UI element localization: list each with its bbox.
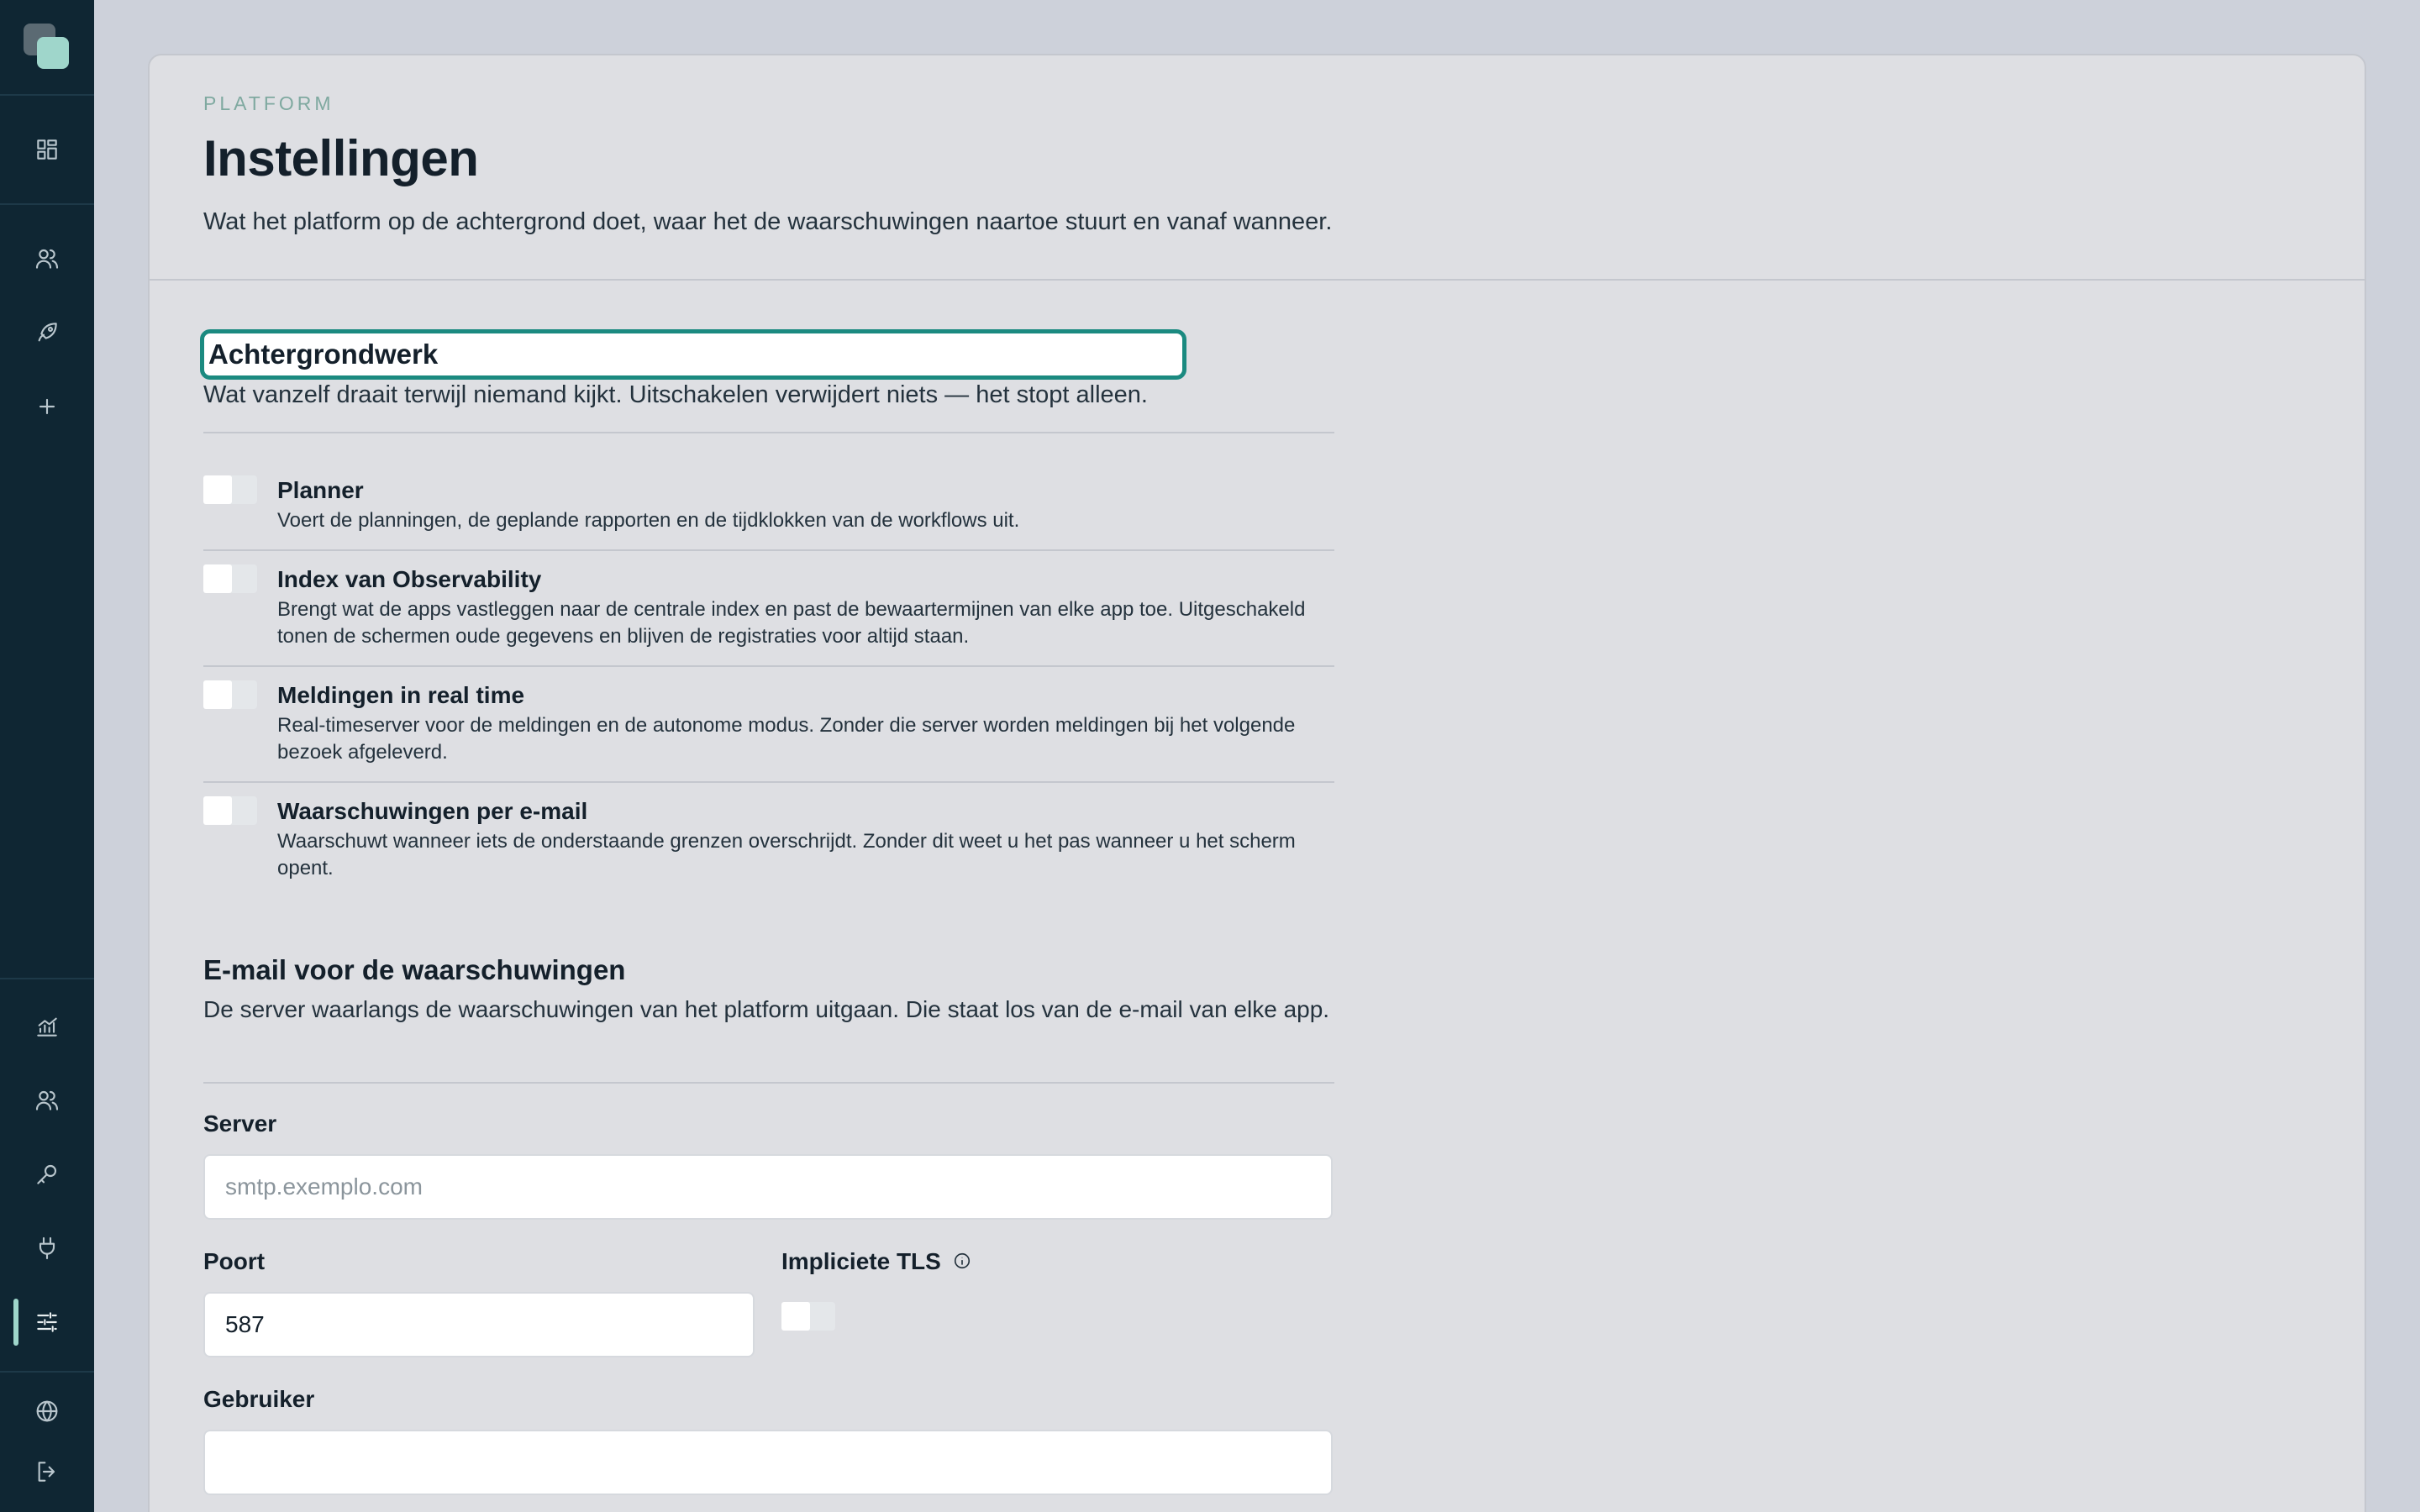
sidebar-divider — [0, 1371, 94, 1373]
server-label: Server — [203, 1110, 277, 1137]
toggle-realtime-notifications[interactable] — [203, 680, 257, 709]
toggle-planner[interactable] — [203, 475, 257, 504]
item-title-planner: Planner — [277, 477, 364, 503]
page-eyebrow: PLATFORM — [203, 92, 334, 114]
toggle-observability-index[interactable] — [203, 564, 257, 593]
section-divider — [203, 432, 1334, 433]
users-icon[interactable] — [27, 239, 67, 279]
port-label: Poort — [203, 1248, 266, 1274]
logout-icon[interactable] — [27, 1452, 67, 1492]
team-icon[interactable] — [27, 1080, 67, 1121]
item-desc-planner: Voert de planningen, de geplande rapport… — [277, 509, 1020, 532]
section-divider — [203, 1082, 1334, 1084]
sidebar-divider — [0, 94, 94, 96]
sidebar — [0, 0, 94, 1512]
section-title-background[interactable]: Achtergrondwerk — [200, 329, 1186, 380]
globe-icon[interactable] — [27, 1391, 67, 1431]
sidebar-divider — [0, 978, 94, 979]
section-subtitle-email: De server waarlangs de waarschuwingen va… — [203, 996, 1330, 1022]
header-divider — [150, 279, 2365, 281]
item-title-observability-index: Index van Observability — [277, 566, 542, 592]
item-divider — [203, 665, 1334, 667]
item-desc-realtime-notifications: Real-timeserver voor de meldingen en de … — [277, 714, 1296, 764]
plug-icon[interactable] — [27, 1228, 67, 1268]
implicit-tls-label: Impliciete TLS — [781, 1248, 941, 1274]
app-logo[interactable] — [24, 24, 71, 71]
page-title: Instellingen — [203, 130, 479, 186]
toggle-implicit-tls[interactable] — [781, 1302, 835, 1331]
item-divider — [203, 549, 1334, 551]
page-subtitle: Wat het platform op de achtergrond doet,… — [203, 208, 1333, 235]
user-label: Gebruiker — [203, 1386, 315, 1412]
section-title-email: E-mail voor de waarschuwingen — [203, 954, 626, 985]
active-indicator — [13, 1299, 18, 1346]
rocket-icon[interactable] — [27, 312, 67, 353]
key-icon[interactable] — [27, 1154, 67, 1194]
info-icon[interactable] — [953, 1252, 971, 1270]
item-divider — [203, 781, 1334, 783]
sidebar-divider — [0, 203, 94, 205]
item-title-realtime-notifications: Meldingen in real time — [277, 682, 525, 708]
section-subtitle-background: Wat vanzelf draait terwijl niemand kijkt… — [203, 381, 1148, 408]
toggle-email-alerts[interactable] — [203, 796, 257, 825]
settings-sliders-icon[interactable] — [27, 1302, 67, 1342]
settings-card: PLATFORM Instellingen Wat het platform o… — [148, 54, 2366, 1512]
plus-icon[interactable] — [27, 386, 67, 427]
item-title-email-alerts: Waarschuwingen per e-mail — [277, 798, 588, 824]
port-input[interactable] — [203, 1292, 755, 1357]
dashboard-icon[interactable] — [27, 129, 67, 170]
server-input[interactable] — [203, 1154, 1333, 1220]
user-input[interactable] — [203, 1430, 1333, 1495]
item-desc-observability-index: Brengt wat de apps vastleggen naar de ce… — [277, 598, 1306, 648]
item-desc-email-alerts: Waarschuwt wanneer iets de onderstaande … — [277, 830, 1296, 879]
analytics-icon[interactable] — [27, 1006, 67, 1047]
